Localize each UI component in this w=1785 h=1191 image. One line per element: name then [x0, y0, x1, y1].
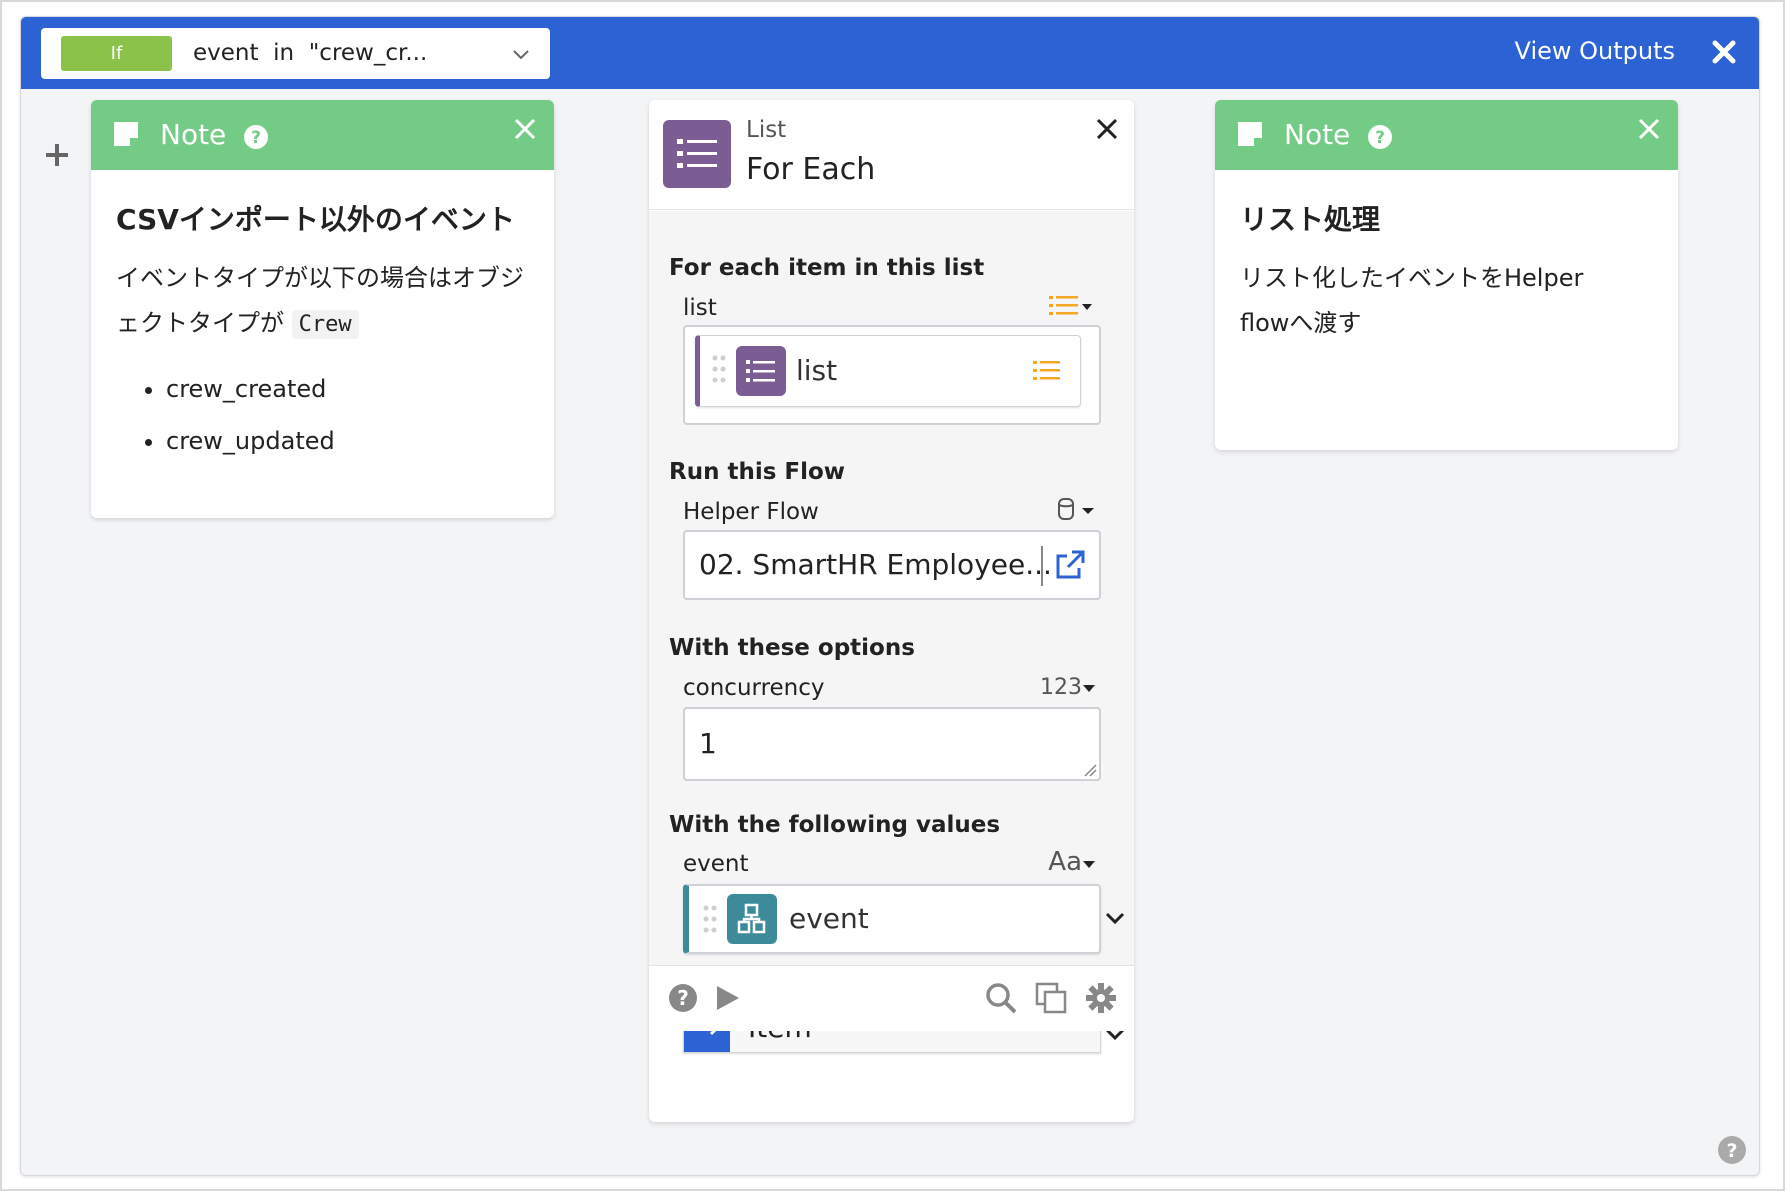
helper-flow-value: 02. SmartHR Employee...: [699, 548, 1052, 581]
note-body: CSVインポート以外のイベント イベントタイプが以下の場合はオブジェクトタイプが…: [91, 170, 554, 467]
help-icon[interactable]: ?: [243, 124, 269, 150]
chevron-down-icon[interactable]: [1082, 683, 1096, 693]
note-title: Note: [160, 118, 227, 151]
note-body: リスト処理 リスト化したイベントをHelper flowへ渡す: [1215, 170, 1678, 346]
note-icon: [1238, 122, 1262, 146]
note-text: リスト化したイベントをHelper flowへ渡す: [1240, 264, 1584, 337]
help-icon[interactable]: ?: [1717, 1135, 1747, 1165]
for-each-card: List For Each For each item in this list…: [649, 100, 1134, 1122]
drag-grip-icon[interactable]: [703, 904, 717, 934]
note-paragraph: イベントタイプが以下の場合はオブジェクトタイプが Crew: [116, 256, 529, 347]
note-heading: リスト処理: [1240, 203, 1381, 236]
section-values-label: With the following values: [669, 812, 1001, 838]
drag-grip-icon[interactable]: [712, 354, 726, 384]
list-field-label: list: [683, 295, 717, 321]
number-type-indicator[interactable]: 123: [1040, 675, 1082, 700]
play-icon[interactable]: [711, 982, 743, 1014]
chevron-down-icon[interactable]: [1082, 859, 1096, 869]
search-icon[interactable]: [985, 982, 1017, 1014]
section-options-label: With these options: [669, 635, 915, 661]
concurrency-input[interactable]: 1: [683, 707, 1101, 781]
list-type-icon[interactable]: [1048, 293, 1094, 319]
view-outputs-link[interactable]: View Outputs: [1515, 37, 1675, 65]
divider: [1041, 546, 1043, 586]
note-card-right: Note ? リスト処理 リスト化したイベントをHelper flowへ渡す: [1215, 100, 1678, 450]
note-list: crew_created crew_updated: [116, 363, 529, 467]
list-input-box[interactable]: list: [683, 325, 1101, 425]
close-icon[interactable]: [1094, 116, 1120, 142]
condition-text: event in "crew_cr...: [193, 40, 428, 66]
list-icon: [736, 346, 786, 396]
list-icon: [1033, 361, 1060, 380]
inline-code: Crew: [291, 310, 359, 339]
list-item: crew_updated: [166, 415, 529, 467]
if-badge: If: [61, 36, 172, 71]
step-title: For Each: [746, 152, 876, 187]
text-type-indicator[interactable]: Aa: [1048, 847, 1082, 877]
resize-handle-icon[interactable]: [1083, 763, 1097, 777]
external-link-icon[interactable]: [1053, 548, 1087, 582]
close-icon[interactable]: [1707, 35, 1741, 69]
for-each-header: List For Each: [649, 100, 1134, 210]
concurrency-value: 1: [699, 727, 717, 760]
for-each-footer: ?: [649, 965, 1134, 1031]
concurrency-label: concurrency: [683, 675, 825, 701]
note-header: Note ?: [91, 100, 554, 170]
duplicate-icon[interactable]: [1035, 982, 1067, 1014]
helper-flow-select[interactable]: 02. SmartHR Employee...: [683, 530, 1101, 600]
event-field-label: event: [683, 851, 749, 877]
add-step-plus-icon[interactable]: [43, 141, 71, 169]
object-icon: [727, 894, 777, 944]
close-icon[interactable]: [512, 116, 538, 142]
section-flow-label: Run this Flow: [669, 459, 846, 485]
gear-icon[interactable]: [1085, 982, 1117, 1014]
step-header-bar: If event in "crew_cr... View Outputs: [21, 17, 1759, 89]
svg-text:?: ?: [251, 128, 261, 148]
flow-panel: If event in "crew_cr... View Outputs Not…: [20, 16, 1760, 1176]
event-variable-pill[interactable]: event: [683, 884, 1101, 954]
list-icon: [663, 120, 731, 188]
help-icon[interactable]: ?: [667, 982, 699, 1014]
app-frame: If event in "crew_cr... View Outputs Not…: [0, 0, 1785, 1191]
note-title: Note: [1284, 118, 1351, 151]
note-header: Note ?: [1215, 100, 1678, 170]
for-each-body: For each item in this list list list Run…: [649, 211, 1134, 1053]
svg-text:?: ?: [1375, 128, 1385, 148]
close-icon[interactable]: [1636, 116, 1662, 142]
event-pill-label: event: [789, 902, 869, 935]
chevron-down-icon: [513, 50, 529, 60]
note-heading: CSVインポート以外のイベント: [116, 203, 515, 236]
svg-text:?: ?: [1726, 1140, 1737, 1162]
chevron-down-icon[interactable]: [1104, 907, 1126, 929]
note-card-left: Note ? CSVインポート以外のイベント イベントタイプが以下の場合はオブジ…: [91, 100, 554, 518]
list-variable-pill[interactable]: list: [695, 335, 1081, 407]
helper-flow-label: Helper Flow: [683, 499, 819, 525]
list-item: crew_created: [166, 363, 529, 415]
help-icon[interactable]: ?: [1367, 124, 1393, 150]
svg-text:?: ?: [677, 986, 689, 1010]
database-icon[interactable]: [1056, 497, 1096, 523]
note-icon: [114, 122, 138, 146]
if-condition-select[interactable]: If event in "crew_cr...: [41, 28, 550, 79]
section-list-label: For each item in this list: [669, 255, 985, 281]
step-category: List: [746, 117, 787, 143]
list-pill-label: list: [796, 354, 838, 387]
